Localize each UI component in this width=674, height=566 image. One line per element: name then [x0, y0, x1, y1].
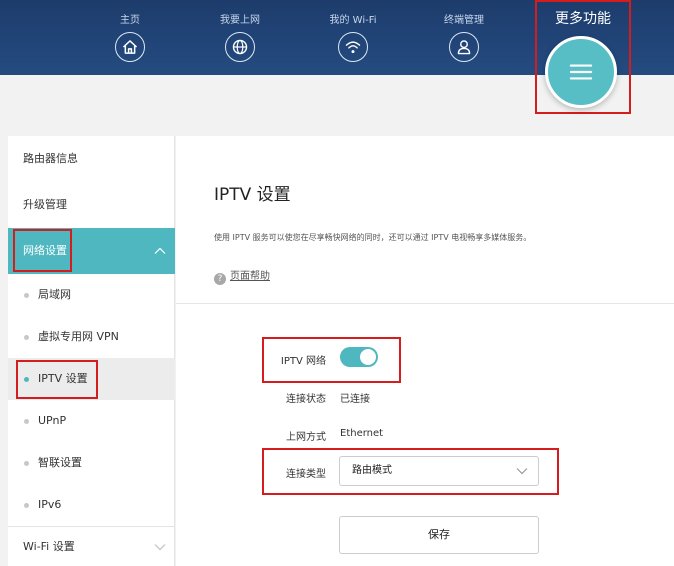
sidebar-item-wifi-settings[interactable]: Wi-Fi 设置: [8, 526, 175, 566]
sidebar-item-upgrade[interactable]: 升级管理: [8, 182, 175, 228]
user-icon: [449, 32, 479, 62]
connection-status-label: 连接状态: [286, 394, 326, 405]
bullet-icon: [24, 335, 29, 340]
connection-status-value: 已连接: [340, 394, 370, 405]
globe-icon: [225, 32, 255, 62]
help-link-label: 页面帮助: [230, 271, 270, 282]
more-features[interactable]: 更多功能: [535, 0, 631, 114]
nav-devices-label: 终端管理: [444, 15, 484, 26]
more-features-label: 更多功能: [555, 11, 611, 27]
connection-type-select[interactable]: 路由模式: [339, 456, 539, 486]
sidebar-item-label: IPv6: [38, 498, 62, 511]
page-title: IPTV 设置: [214, 185, 291, 205]
nav-internet-label: 我要上网: [220, 15, 260, 26]
internet-mode-label: 上网方式: [286, 432, 326, 443]
nav-wifi[interactable]: 我的 Wi-Fi: [313, 14, 393, 62]
sidebar-item-label: 虚拟专用网 VPN: [38, 330, 119, 343]
sidebar-item-vpn[interactable]: 虚拟专用网 VPN: [8, 316, 175, 358]
sidebar-item-label: UPnP: [38, 414, 67, 427]
chevron-down-icon: [153, 542, 167, 552]
sidebar-item-label: IPTV 设置: [38, 372, 88, 385]
chevron-up-icon: [153, 246, 167, 256]
sidebar-item-label: 网络设置: [23, 244, 67, 257]
sidebar-item-lan[interactable]: 局域网: [8, 274, 175, 316]
sidebar-item-iptv[interactable]: IPTV 设置: [8, 358, 175, 400]
sidebar-item-upnp[interactable]: UPnP: [8, 400, 175, 442]
sidebar-item-router-info[interactable]: 路由器信息: [8, 136, 175, 182]
sidebar-item-network-settings[interactable]: 网络设置: [8, 228, 175, 274]
iptv-network-toggle[interactable]: [340, 347, 378, 367]
sidebar-item-label: Wi-Fi 设置: [23, 540, 75, 553]
connection-type-label: 连接类型: [286, 469, 326, 480]
sidebar-item-label: 局域网: [38, 288, 71, 301]
nav-home[interactable]: 主页: [90, 14, 170, 62]
connection-type-value: 路由模式: [352, 465, 392, 476]
iptv-network-label: IPTV 网络: [280, 356, 326, 367]
nav-devices[interactable]: 终端管理: [424, 14, 504, 62]
nav-wifi-label: 我的 Wi-Fi: [329, 15, 377, 26]
sidebar-item-label: 路由器信息: [23, 152, 78, 165]
save-button[interactable]: 保存: [339, 516, 539, 554]
bullet-icon: [24, 461, 29, 466]
bullet-icon: [24, 419, 29, 424]
bullet-icon: [24, 377, 29, 382]
sidebar-item-smart-link[interactable]: 智联设置: [8, 442, 175, 484]
toggle-knob: [360, 349, 376, 365]
main-panel: IPTV 设置 使用 IPTV 服务可以使您在尽享畅快网络的同时，还可以通过 I…: [176, 136, 674, 566]
nav-home-label: 主页: [120, 15, 140, 26]
nav-internet[interactable]: 我要上网: [200, 14, 280, 62]
more-features-button[interactable]: [545, 36, 617, 108]
sidebar-item-label: 升级管理: [23, 198, 67, 211]
help-icon: ?: [214, 273, 226, 285]
bullet-icon: [24, 503, 29, 508]
page-description: 使用 IPTV 服务可以使您在尽享畅快网络的同时，还可以通过 IPTV 电视畅享…: [214, 233, 532, 242]
bullet-icon: [24, 293, 29, 298]
home-icon: [115, 32, 145, 62]
menu-icon: [569, 64, 593, 80]
wifi-icon: [338, 32, 368, 62]
help-link[interactable]: ? 页面帮助: [214, 267, 270, 285]
sidebar-item-label: 智联设置: [38, 456, 82, 469]
sidebar: 路由器信息 升级管理 网络设置 局域网 虚拟专用网 VPN IPTV 设置 UP…: [8, 136, 175, 566]
internet-mode-value: Ethernet: [340, 428, 384, 439]
chevron-down-icon: [516, 467, 528, 475]
page-header: IPTV 设置 使用 IPTV 服务可以使您在尽享畅快网络的同时，还可以通过 I…: [176, 136, 674, 304]
sidebar-item-ipv6[interactable]: IPv6: [8, 484, 175, 526]
